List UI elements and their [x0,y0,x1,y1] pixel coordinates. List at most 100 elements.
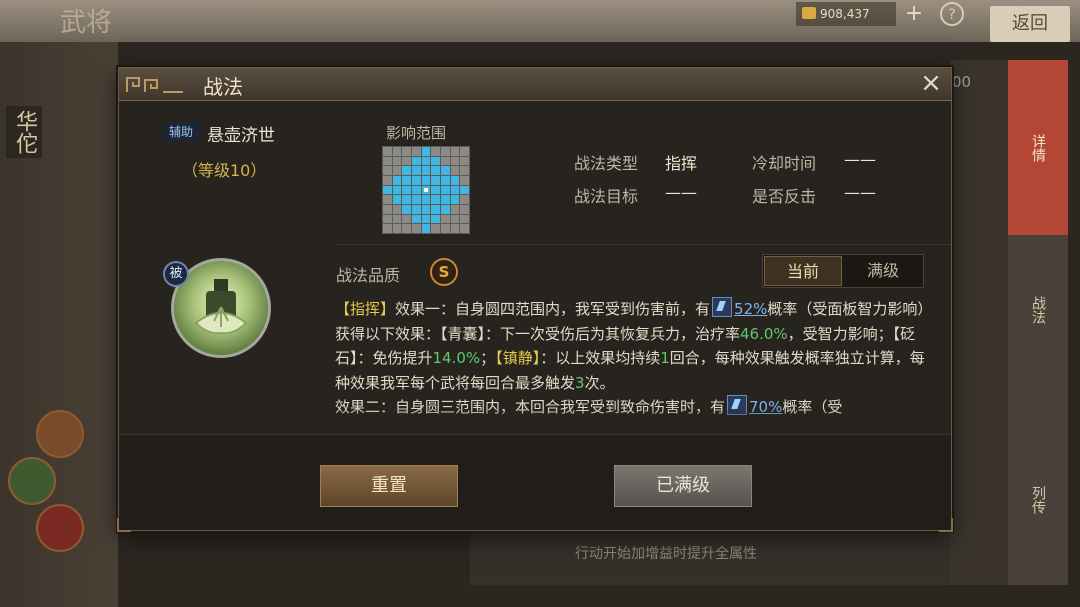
back-button[interactable]: 返回 [990,6,1070,42]
tab-details[interactable]: 详情 [1008,60,1068,235]
desc-tag: 【镇静】 [495,349,541,367]
range-cell-affected [450,185,460,195]
skill-slot-icon[interactable] [36,410,84,458]
range-cell-affected [421,224,431,233]
desc-text: ：以上效果均持续 [540,349,661,367]
modal-header: 战法 × [119,68,951,101]
tab-biography[interactable]: 列传 [1008,440,1068,560]
cooldown-value: —— [844,150,876,169]
range-cell [450,156,460,166]
skill-slot-icon[interactable] [8,457,56,505]
range-cell [460,166,469,175]
range-cell-affected [431,214,440,224]
range-cell-affected [392,185,402,195]
desc-number: 3 [575,373,585,392]
modal-title: 战法 [203,75,243,99]
range-cell-affected [441,166,450,175]
hero-name-vertical: 华佗 [6,106,42,158]
range-cell-affected [402,195,411,204]
range-cell-affected [441,195,450,204]
background-title: 武将 [60,8,113,38]
range-cell [383,224,392,233]
range-cell [412,147,421,156]
skill-slot-icon[interactable] [36,504,84,552]
corner-ornament [939,518,953,532]
range-cell-affected [450,195,460,204]
skill-target-label: 战法目标 [574,187,639,206]
desc-number: 1 [660,349,670,367]
skill-name: 悬壶济世 [207,126,275,146]
range-cell [392,147,402,156]
counterattack-label: 是否反击 [752,187,817,206]
range-cell [441,156,450,166]
cooldown-label: 冷却时间 [752,154,817,173]
background-hint: 行动开始加增益时提升全属性 [575,546,757,562]
desc-probability: 52% [734,300,768,318]
range-cell [383,195,392,204]
desc-text: 效果一：自身圆四范围内，我军受到伤害前，有 [395,300,711,318]
range-cell [431,224,440,233]
range-cell [431,147,440,156]
range-cell-affected [441,185,450,195]
skill-modal: 战法 × 辅助 悬壶济世 （等级10） 被 影响范围 战法类型 指挥 冷却时间 … [117,67,953,532]
toggle-max-level[interactable]: 满级 [844,256,922,286]
quality-badge: S [430,258,458,286]
range-cell [402,214,411,224]
range-cell [383,166,392,175]
range-cell-affected [431,195,440,204]
background-right-panel [950,60,1008,585]
range-cell-affected [421,175,431,185]
range-cell [392,166,402,175]
range-cell-affected [412,185,421,195]
skill-type-badge: 辅助 [163,122,200,141]
header-ornament-icon [126,77,183,93]
range-cell-affected [450,175,460,185]
range-cell [383,214,392,224]
reset-button[interactable]: 重置 [320,465,458,507]
range-cell [460,204,469,214]
range-cell [450,204,460,214]
range-cell-affected [431,185,440,195]
range-cell [392,156,402,166]
add-currency-button[interactable]: + [902,2,926,26]
desc-text: ； [480,349,496,367]
range-cell-affected [421,204,431,214]
range-grid [382,146,470,234]
range-cell-affected [402,204,411,214]
range-cell [460,147,469,156]
range-cell-self [421,185,431,195]
quality-label: 战法品质 [336,266,401,285]
range-cell [441,214,450,224]
range-cell-affected [412,156,421,166]
coin-icon [802,7,816,19]
range-cell [441,147,450,156]
passive-badge: 被 [163,261,189,287]
desc-number: 14.0% [432,349,481,367]
range-cell-affected [431,204,440,214]
range-cell [450,214,460,224]
tab-skills[interactable]: 战法 [1008,250,1068,370]
background-topbar: 武将 908,437 + ? 返回 [0,0,1080,42]
range-cell [460,195,469,204]
intelligence-icon [712,297,733,317]
range-cell-affected [421,147,431,156]
corner-ornament [117,518,131,532]
range-cell [383,147,392,156]
background-counter: 00 [952,73,972,91]
range-cell [460,156,469,166]
range-cell-affected [441,175,450,185]
help-button[interactable]: ? [940,2,964,26]
close-button[interactable]: × [917,70,945,98]
divider [335,244,951,245]
skill-type-label: 战法类型 [574,154,639,173]
range-cell-affected [412,195,421,204]
range-cell [402,156,411,166]
range-cell-affected [460,185,469,195]
toggle-current[interactable]: 当前 [764,256,842,286]
skill-type-value: 指挥 [665,154,698,173]
skill-target-value: —— [665,183,697,202]
range-cell-affected [383,185,392,195]
range-cell [450,166,460,175]
range-cell [383,156,392,166]
description-fade [335,408,945,433]
